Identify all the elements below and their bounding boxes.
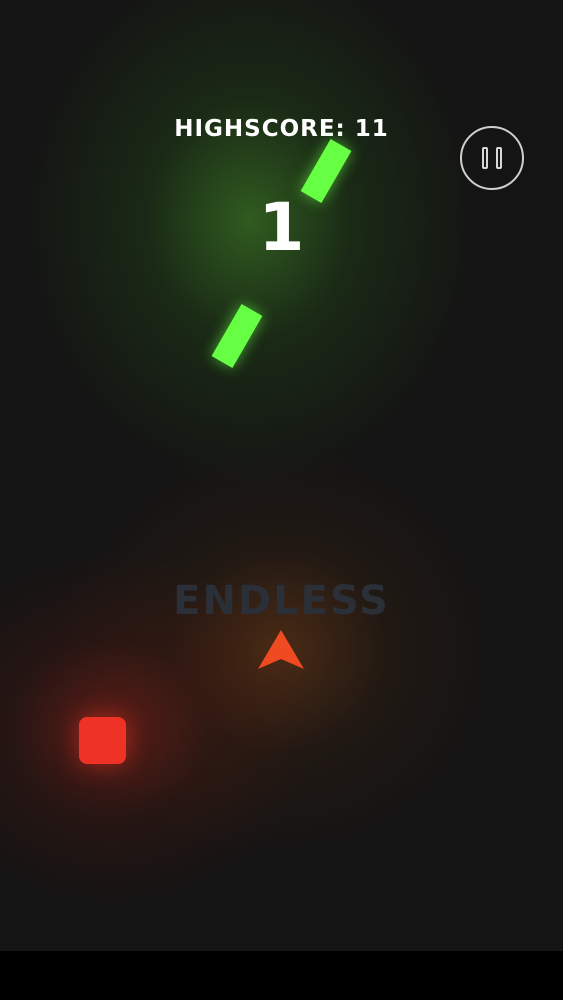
current-score: 1 — [258, 189, 305, 266]
green-obstacle — [211, 304, 263, 368]
red-obstacle — [79, 717, 126, 764]
pause-icon-left-bar — [482, 147, 488, 169]
game-playfield[interactable]: HIGHSCORE: 11 1 ENDLESS — [0, 0, 563, 951]
bottom-bar — [0, 951, 563, 1000]
game-mode-label: ENDLESS — [173, 578, 390, 624]
game-screen[interactable]: HIGHSCORE: 11 1 ENDLESS — [0, 0, 563, 1000]
pause-button[interactable] — [460, 126, 524, 190]
pause-icon-right-bar — [496, 147, 502, 169]
player-arrow-icon[interactable] — [256, 628, 306, 672]
